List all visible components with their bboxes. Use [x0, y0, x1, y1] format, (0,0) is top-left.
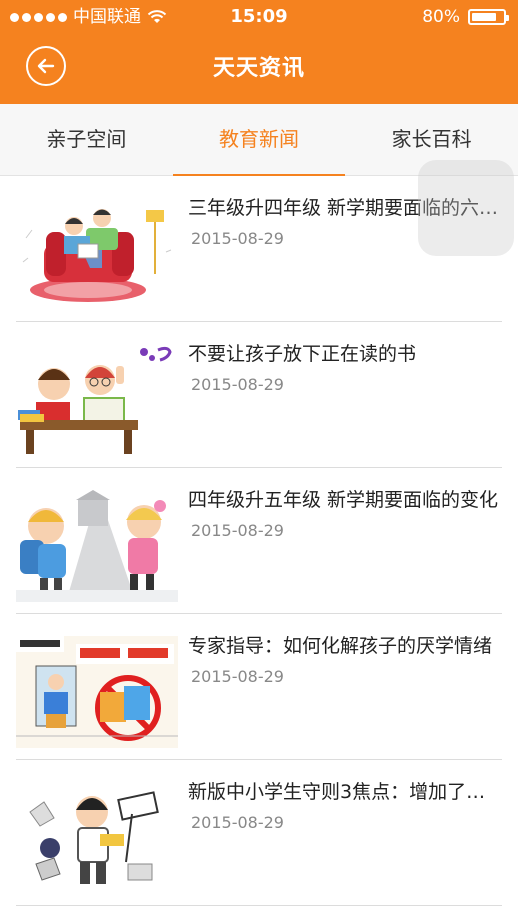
news-thumbnail [16, 198, 178, 310]
tab-education-news[interactable]: 教育新闻 [172, 104, 346, 176]
news-title: 不要让孩子放下正在读的书 [188, 343, 417, 365]
list-item[interactable]: 四年级升五年级 新学期要面临的变化 2015-08-29 [0, 468, 518, 614]
student-holding-sign-image [16, 782, 178, 894]
battery-icon [468, 9, 509, 25]
news-date: 2015-08-29 [191, 375, 284, 394]
news-thumbnail [16, 344, 178, 456]
kids-reading-on-sofa-image [16, 198, 178, 310]
news-thumbnail [16, 782, 178, 894]
status-right: 80% [422, 0, 509, 34]
kids-reading-at-desk-image [16, 344, 178, 456]
list-item[interactable]: 新版中小学生守则3焦点：增加了哪些内容 2015-08-29 [0, 760, 518, 906]
news-date: 2015-08-29 [191, 229, 284, 248]
nav-bar: 天天资讯 [0, 34, 518, 104]
news-thumbnail [16, 490, 178, 602]
news-title: 四年级升五年级 新学期要面临的变化 [188, 489, 499, 511]
news-date: 2015-08-29 [191, 813, 284, 832]
page-title: 天天资讯 [212, 56, 305, 81]
assistive-touch-button[interactable] [418, 160, 514, 256]
news-date: 2015-08-29 [191, 667, 284, 686]
divider [16, 905, 502, 906]
news-title: 新版中小学生守则3焦点：增加了哪些内容 [188, 781, 504, 803]
news-date: 2015-08-29 [191, 521, 284, 540]
list-item[interactable]: 专家指导：如何化解孩子的厌学情绪 2015-08-29 [0, 614, 518, 760]
news-title: 专家指导：如何化解孩子的厌学情绪 [188, 635, 493, 657]
app-screen: 中国联通 15:09 80% 天天资讯 亲子空间 教育新闻 家长百科 三年级升四… [0, 0, 518, 920]
children-classroom-poster-image [16, 636, 178, 748]
battery-fill [472, 13, 496, 21]
status-bar: 中国联通 15:09 80% [0, 0, 518, 34]
tab-parent-child-space[interactable]: 亲子空间 [0, 104, 173, 175]
kids-going-to-school-image [16, 490, 178, 602]
list-item[interactable]: 不要让孩子放下正在读的书 2015-08-29 [0, 322, 518, 468]
header: 中国联通 15:09 80% 天天资讯 [0, 0, 518, 104]
news-thumbnail [16, 636, 178, 748]
battery-percent: 80% [422, 7, 460, 27]
news-list: 三年级升四年级 新学期要面临的六大变化 2015-08-29 不要让孩子放下正在… [0, 176, 518, 906]
